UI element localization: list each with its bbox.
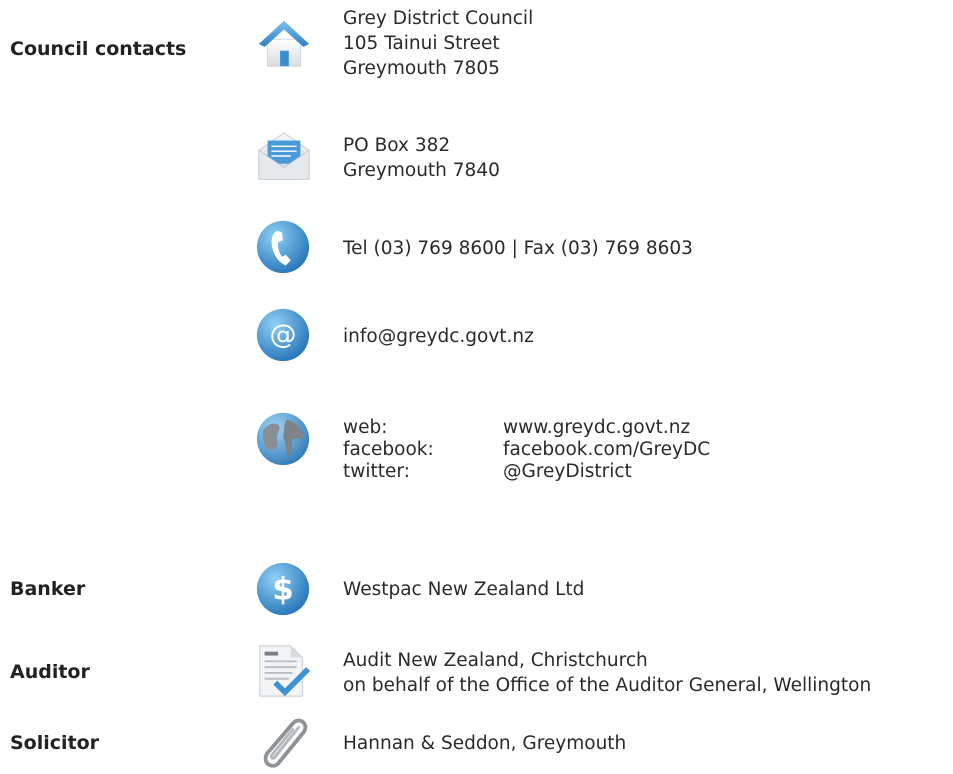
address-block: Grey District Council 105 Tainui Street …	[343, 6, 533, 81]
address-line-name: Grey District Council	[343, 8, 534, 29]
at-sign-icon: @	[254, 306, 312, 364]
house-icon	[255, 14, 313, 72]
section-heading-solicitor: Solicitor	[10, 732, 100, 754]
auditor-block: Audit New Zealand, Christchurch on behal…	[343, 648, 871, 698]
banker-text: Westpac New Zealand Ltd	[343, 579, 585, 600]
online-label-facebook: facebook:	[343, 439, 434, 460]
address-line-city: Greymouth 7805	[343, 58, 500, 79]
svg-text:$: $	[272, 572, 294, 608]
address-line-street: 105 Tainui Street	[343, 33, 500, 54]
section-heading-banker: Banker	[10, 578, 86, 600]
section-heading-auditor: Auditor	[10, 661, 90, 683]
svg-text:@: @	[269, 320, 296, 351]
section-heading-council-contacts: Council contacts	[10, 38, 187, 60]
twitter-link[interactable]: @GreyDistrict	[503, 461, 632, 483]
web-link[interactable]: www.greydc.govt.nz	[503, 417, 690, 439]
document-check-icon	[254, 642, 312, 700]
online-label-twitter: twitter:	[343, 461, 410, 482]
phone-icon	[254, 218, 312, 276]
postal-block: PO Box 382 Greymouth 7840	[343, 133, 500, 183]
phone-fax-text: Tel (03) 769 8600 | Fax (03) 769 8603	[343, 238, 693, 259]
solicitor-text: Hannan & Seddon, Greymouth	[343, 733, 627, 754]
email-text: info@greydc.govt.nz	[343, 326, 534, 347]
envelope-icon	[255, 127, 313, 185]
postal-line-box: PO Box 382	[343, 135, 451, 156]
paperclip-icon	[254, 714, 312, 772]
postal-line-city: Greymouth 7840	[343, 160, 500, 181]
auditor-line-firm: Audit New Zealand, Christchurch	[343, 650, 648, 671]
online-label-web: web:	[343, 417, 388, 438]
facebook-link[interactable]: facebook.com/GreyDC	[503, 439, 710, 461]
auditor-line-behalf: on behalf of the Office of the Auditor G…	[343, 675, 872, 696]
globe-icon	[254, 410, 312, 468]
dollar-icon: $	[254, 560, 312, 618]
